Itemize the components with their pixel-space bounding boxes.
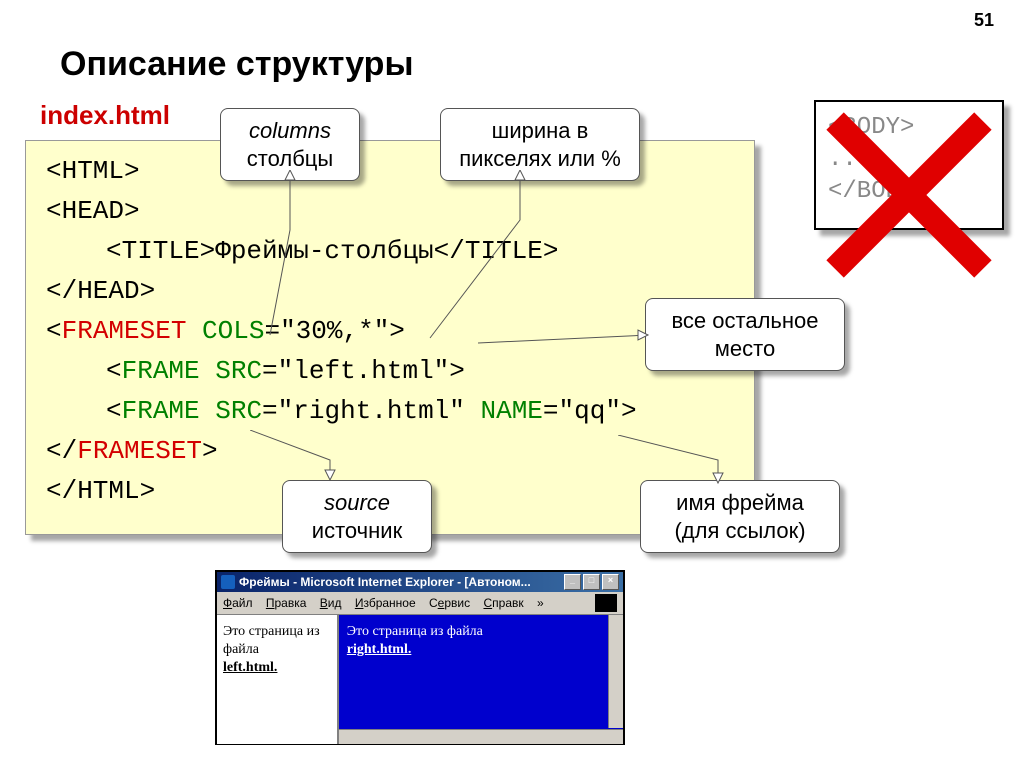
body-line: ... — [828, 144, 990, 176]
filename-label: index.html — [40, 100, 170, 131]
code-token: NAME — [481, 396, 543, 426]
code-token: "qq" — [559, 396, 621, 426]
callout-text: columns — [249, 118, 331, 143]
code-line: </HEAD> — [46, 271, 734, 311]
menu-edit[interactable]: Правка — [266, 596, 307, 610]
ie-flag-icon — [595, 594, 617, 612]
callout-columns: columns столбцы — [220, 108, 360, 181]
vertical-scrollbar[interactable] — [608, 615, 623, 728]
maximize-button[interactable]: □ — [583, 574, 600, 590]
browser-content: Это страница из файла left.html. Это стр… — [217, 615, 623, 744]
callout-text: source — [324, 490, 390, 515]
callout-text: источник — [312, 518, 402, 543]
code-token: "right.html" — [278, 396, 465, 426]
body-line: </BODY> — [828, 176, 990, 208]
code-token: SRC — [215, 356, 262, 386]
code-token: FRAME — [122, 356, 200, 386]
browser-menubar: ФФайлайл Правка Вид Избранное Сервис Спр… — [217, 592, 623, 615]
code-line: <HEAD> — [46, 191, 734, 231]
left-frame-text: Это страница из файла — [223, 624, 320, 657]
callout-text: имя фрейма (для ссылок) — [674, 490, 805, 543]
browser-window: Фреймы - Microsoft Internet Explorer - [… — [215, 570, 625, 745]
ie-icon — [221, 575, 235, 589]
code-token: FRAMESET — [77, 436, 202, 466]
code-line: <TITLE>Фреймы-столбцы</TITLE> — [46, 231, 734, 271]
menu-file[interactable]: ФФайлайл — [223, 596, 253, 610]
code-token: "left.html" — [278, 356, 450, 386]
code-line: <FRAME SRC="left.html"> — [46, 351, 734, 391]
minimize-button[interactable]: _ — [564, 574, 581, 590]
callout-name: имя фрейма (для ссылок) — [640, 480, 840, 553]
callout-width: ширина в пикселях или % — [440, 108, 640, 181]
callout-text: столбцы — [247, 146, 333, 171]
menu-chevron[interactable]: » — [537, 596, 544, 610]
code-token: FRAMESET — [62, 316, 187, 346]
callout-source: source источник — [282, 480, 432, 553]
callout-text: ширина в пикселях или % — [459, 118, 621, 171]
page-number: 51 — [974, 10, 994, 31]
horizontal-scrollbar[interactable] — [339, 729, 623, 744]
code-line: <FRAMESET COLS="30%,*"> — [46, 311, 734, 351]
body-crossout-box: <BODY> ... </BODY> — [814, 100, 1004, 230]
code-token: "30%,*" — [280, 316, 389, 346]
body-line: <BODY> — [828, 112, 990, 144]
code-token: </TITLE> — [434, 236, 559, 266]
close-button[interactable]: × — [602, 574, 619, 590]
code-token: SRC — [215, 396, 262, 426]
browser-titlebar: Фреймы - Microsoft Internet Explorer - [… — [217, 572, 623, 592]
browser-title-text: Фреймы - Microsoft Internet Explorer - [… — [239, 572, 531, 592]
left-frame: Это страница из файла left.html. — [217, 615, 339, 744]
menu-help[interactable]: Справк — [483, 596, 523, 610]
menu-view[interactable]: Вид — [320, 596, 342, 610]
code-line: </FRAMESET> — [46, 431, 734, 471]
callout-text: все остальное место — [671, 308, 818, 361]
menu-favorites[interactable]: Избранное — [355, 596, 416, 610]
right-frame: Это страница из файла right.html. — [339, 615, 623, 744]
code-token: <TITLE> — [106, 236, 215, 266]
left-frame-filename: left.html. — [223, 660, 277, 675]
code-token: FRAME — [122, 396, 200, 426]
code-token: Фреймы-столбцы — [215, 236, 433, 266]
callout-rest: все остальное место — [645, 298, 845, 371]
menu-service[interactable]: Сервис — [429, 596, 470, 610]
slide-title: Описание структуры — [60, 45, 413, 84]
code-token: COLS — [202, 316, 264, 346]
right-frame-text: Это страница из файла — [347, 624, 483, 639]
right-frame-filename: right.html. — [347, 642, 412, 657]
code-line: <FRAME SRC="right.html" NAME="qq"> — [46, 391, 734, 431]
